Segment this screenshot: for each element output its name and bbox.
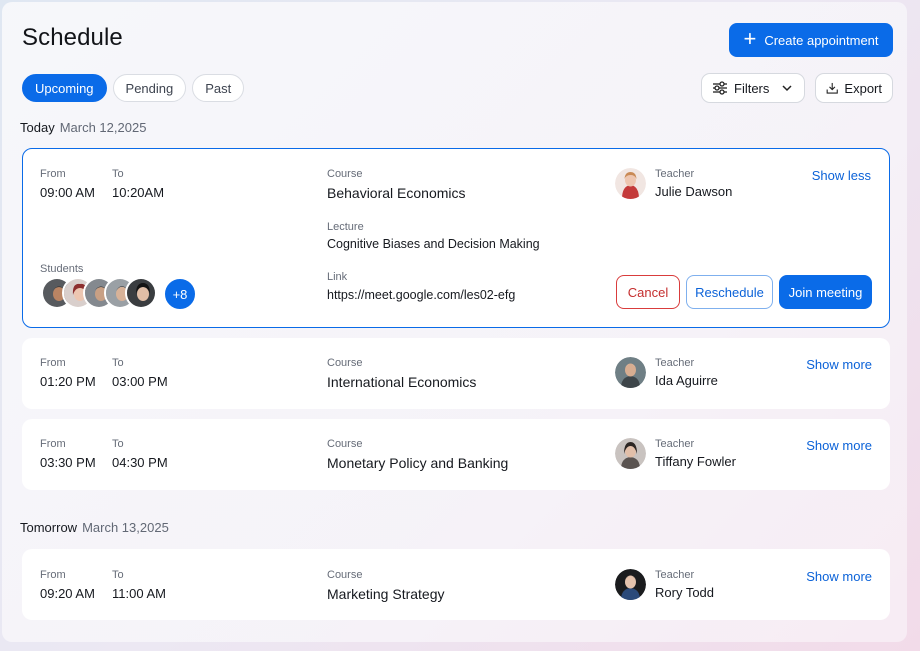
- plus-icon: +: [743, 26, 757, 51]
- day-heading-today: Today March 12,2025: [20, 120, 146, 135]
- to-time: 10:20AM: [112, 185, 165, 200]
- teacher-label: Teacher: [655, 438, 695, 450]
- teacher-name: Julie Dawson: [655, 184, 733, 199]
- chevron-down-icon: [782, 85, 792, 92]
- page-title: Schedule: [22, 24, 123, 51]
- show-more-link[interactable]: Show more: [806, 569, 872, 584]
- appointment-card[interactable]: From 01:20 PM To 03:00 PM Course Interna…: [22, 338, 890, 409]
- teacher-label: Teacher: [655, 357, 695, 369]
- students-label: Students: [40, 263, 84, 275]
- from-label: From: [40, 357, 66, 369]
- to-time: 11:00 AM: [112, 586, 166, 601]
- teacher-avatar: [615, 569, 646, 600]
- course-label: Course: [327, 168, 363, 180]
- teacher-avatar: [615, 168, 646, 199]
- to-label: To: [112, 357, 124, 369]
- teacher-label: Teacher: [655, 168, 695, 180]
- student-avatar: [125, 277, 157, 309]
- tab-past[interactable]: Past: [192, 74, 245, 102]
- to-time: 04:30 PM: [112, 455, 168, 470]
- course-name: Marketing Strategy: [327, 586, 445, 602]
- appointment-card-expanded[interactable]: From 09:00 AM To 10:20AM Course Behavior…: [22, 148, 890, 328]
- from-time: 09:00 AM: [40, 185, 95, 200]
- more-students-badge[interactable]: +8: [163, 277, 197, 311]
- course-label: Course: [327, 357, 363, 369]
- cancel-button[interactable]: Cancel: [616, 275, 680, 309]
- to-time: 03:00 PM: [112, 374, 168, 389]
- day-date: March 12,2025: [59, 120, 147, 135]
- join-meeting-button[interactable]: Join meeting: [779, 275, 872, 309]
- reschedule-button[interactable]: Reschedule: [686, 275, 773, 309]
- students-avatar-stack[interactable]: +8: [41, 277, 197, 311]
- to-label: To: [112, 168, 124, 180]
- filters-icon: [713, 81, 727, 95]
- day-name: Today: [20, 120, 55, 135]
- teacher-avatar: [615, 357, 646, 388]
- to-label: To: [112, 438, 124, 450]
- filters-label: Filters: [734, 80, 770, 96]
- appointment-card[interactable]: From 09:20 AM To 11:00 AM Course Marketi…: [22, 549, 890, 620]
- show-less-link[interactable]: Show less: [812, 168, 871, 183]
- from-time: 01:20 PM: [40, 374, 96, 389]
- appointment-card[interactable]: From 03:30 PM To 04:30 PM Course Monetar…: [22, 419, 890, 490]
- teacher-name: Rory Todd: [655, 585, 715, 600]
- filters-button[interactable]: Filters: [701, 73, 805, 103]
- from-time: 03:30 PM: [40, 455, 96, 470]
- course-name: Monetary Policy and Banking: [327, 455, 509, 471]
- day-heading-tomorrow: Tomorrow March 13,2025: [20, 520, 169, 535]
- teacher-avatar: [615, 438, 646, 469]
- meeting-link[interactable]: https://meet.google.com/les02-efg: [327, 288, 515, 302]
- tab-upcoming[interactable]: Upcoming: [22, 74, 107, 102]
- lecture-name: Cognitive Biases and Decision Making: [327, 237, 540, 251]
- day-date: March 13,2025: [82, 520, 169, 535]
- from-label: From: [40, 438, 66, 450]
- create-appointment-label: Create appointment: [764, 32, 879, 48]
- to-label: To: [112, 569, 124, 581]
- lecture-label: Lecture: [327, 221, 364, 233]
- status-tabs: Upcoming Pending Past: [22, 74, 245, 102]
- schedule-panel: Schedule + Create appointment Upcoming P…: [2, 2, 907, 642]
- from-label: From: [40, 569, 66, 581]
- tab-pending[interactable]: Pending: [112, 74, 187, 102]
- course-label: Course: [327, 438, 363, 450]
- download-icon: [826, 82, 838, 94]
- teacher-name: Tiffany Fowler: [655, 454, 736, 469]
- show-more-link[interactable]: Show more: [806, 438, 872, 453]
- from-label: From: [40, 168, 66, 180]
- course-label: Course: [327, 569, 363, 581]
- course-name: International Economics: [327, 374, 477, 390]
- day-name: Tomorrow: [20, 520, 78, 535]
- export-button[interactable]: Export: [815, 73, 893, 103]
- from-time: 09:20 AM: [40, 586, 95, 601]
- create-appointment-button[interactable]: + Create appointment: [729, 23, 893, 57]
- export-label: Export: [844, 80, 882, 96]
- link-label: Link: [327, 271, 348, 283]
- course-name: Behavioral Economics: [327, 185, 466, 201]
- show-more-link[interactable]: Show more: [806, 357, 872, 372]
- teacher-label: Teacher: [655, 569, 695, 581]
- teacher-name: Ida Aguirre: [655, 373, 718, 388]
